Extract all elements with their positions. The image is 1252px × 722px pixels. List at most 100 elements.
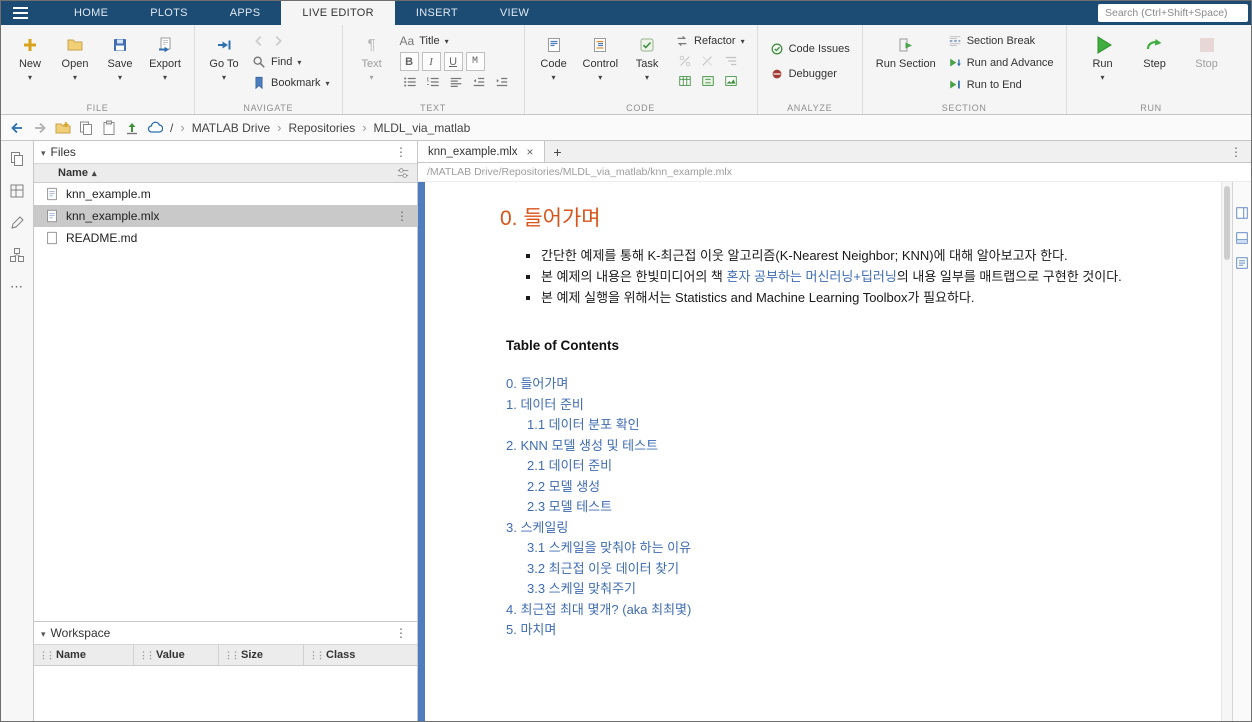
close-tab-icon[interactable] bbox=[526, 146, 533, 158]
goto-button[interactable]: Go To bbox=[204, 29, 244, 101]
toc-link[interactable]: 3.3 스케일 맞춰주기 bbox=[527, 579, 1201, 600]
decrease-indent-icon[interactable] bbox=[469, 73, 489, 91]
tab-apps[interactable]: APPS bbox=[209, 1, 282, 25]
book-link[interactable]: 혼자 공부하는 머신러닝+딥러닝 bbox=[727, 269, 897, 284]
files-column-header[interactable]: Name bbox=[34, 163, 417, 183]
breadcrumb-root[interactable]: / bbox=[170, 121, 173, 135]
toc-link[interactable]: 3.2 최근접 이웃 데이터 찾기 bbox=[527, 559, 1201, 580]
toc-link[interactable]: 3. 스케일링 bbox=[506, 518, 1201, 539]
files-panel-menu-icon[interactable] bbox=[392, 145, 410, 159]
toc-link[interactable]: 2.3 모델 테스트 bbox=[527, 497, 1201, 518]
new-folder-icon[interactable] bbox=[55, 120, 71, 136]
save-button[interactable]: Save bbox=[100, 29, 140, 101]
toc-link[interactable]: 2.1 데이터 준비 bbox=[527, 456, 1201, 477]
tab-view[interactable]: VIEW bbox=[479, 1, 550, 25]
pen-panel-icon[interactable] bbox=[9, 215, 25, 231]
bulleted-list-icon[interactable] bbox=[400, 73, 420, 91]
toc-link[interactable]: 2. KNN 모델 생성 및 테스트 bbox=[506, 436, 1201, 457]
name-column-header[interactable]: Name bbox=[58, 167, 97, 179]
title-style-dropdown[interactable]: Aa Title bbox=[397, 31, 515, 50]
editor-tab-knn-example[interactable]: knn_example.mlx bbox=[418, 141, 545, 162]
workspace-col-value[interactable]: Value bbox=[134, 645, 219, 665]
hamburger-menu-icon[interactable] bbox=[1, 1, 39, 25]
breadcrumb-current-folder[interactable]: MLDL_via_matlab bbox=[374, 121, 471, 135]
task-button[interactable]: Task bbox=[627, 29, 667, 101]
toc-link[interactable]: 2.2 모델 생성 bbox=[527, 477, 1201, 498]
export-button[interactable]: Export bbox=[145, 29, 185, 101]
run-and-advance-button[interactable]: Run and Advance bbox=[945, 53, 1057, 72]
markdown-file-icon bbox=[45, 231, 59, 245]
numbered-list-icon[interactable] bbox=[423, 73, 443, 91]
column-grip-icon bbox=[39, 650, 53, 661]
align-left-icon[interactable] bbox=[446, 73, 466, 91]
workspace-panel-menu-icon[interactable] bbox=[392, 626, 410, 640]
documents-panel-icon[interactable] bbox=[9, 151, 25, 167]
upload-icon[interactable] bbox=[124, 120, 140, 136]
find-button[interactable]: Find bbox=[249, 52, 333, 71]
toc-link[interactable]: 1.1 데이터 분포 확인 bbox=[527, 415, 1201, 436]
run-section-button[interactable]: Run Section bbox=[872, 29, 940, 101]
code-button[interactable]: Code bbox=[534, 29, 574, 101]
editor-tab-menu-icon[interactable] bbox=[1221, 141, 1251, 162]
code-issues-button[interactable]: Code Issues bbox=[767, 39, 853, 58]
analyze-section-label: ANALYZE bbox=[787, 103, 833, 113]
cloud-icon[interactable] bbox=[147, 120, 163, 136]
toc-link[interactable]: 0. 들어가며 bbox=[506, 374, 1201, 395]
back-arrow-icon[interactable] bbox=[9, 120, 25, 136]
insert-table-icon[interactable] bbox=[675, 72, 695, 90]
collapse-workspace-icon[interactable] bbox=[41, 626, 46, 640]
breadcrumb-matlab-drive[interactable]: MATLAB Drive bbox=[192, 121, 270, 135]
run-button[interactable]: Run bbox=[1083, 29, 1123, 101]
toc-link[interactable]: 5. 마치며 bbox=[506, 620, 1201, 641]
section-break-button[interactable]: Section Break bbox=[945, 31, 1057, 50]
tab-home[interactable]: HOME bbox=[53, 1, 129, 25]
breadcrumb-repositories[interactable]: Repositories bbox=[289, 121, 356, 135]
file-row-knn-example-mlx[interactable]: knn_example.mlx bbox=[34, 205, 417, 227]
grid-panel-icon[interactable] bbox=[9, 183, 25, 199]
column-settings-icon[interactable] bbox=[396, 166, 410, 180]
step-button[interactable]: Step bbox=[1135, 29, 1175, 101]
open-button[interactable]: Open bbox=[55, 29, 95, 101]
run-to-end-button[interactable]: Run to End bbox=[945, 75, 1057, 94]
workspace-col-size[interactable]: Size bbox=[219, 645, 304, 665]
toc-link[interactable]: 4. 최근접 최대 몇개? (aka 최최몇) bbox=[506, 600, 1201, 621]
blocks-panel-icon[interactable] bbox=[9, 247, 25, 263]
panel-layout-right-icon[interactable] bbox=[1235, 206, 1249, 220]
more-panels-icon[interactable]: ⋯ bbox=[10, 279, 24, 295]
refactor-button[interactable]: Refactor bbox=[672, 31, 748, 50]
file-row-readme-md[interactable]: README.md bbox=[34, 227, 417, 249]
section-break-icon bbox=[948, 34, 962, 48]
insert-image-icon[interactable] bbox=[721, 72, 741, 90]
refactor-icon bbox=[675, 34, 689, 48]
new-tab-icon[interactable] bbox=[545, 141, 571, 162]
new-button[interactable]: New bbox=[10, 29, 50, 101]
tab-insert[interactable]: INSERT bbox=[395, 1, 479, 25]
insert-equation-icon[interactable] bbox=[698, 72, 718, 90]
italic-button[interactable]: I bbox=[421, 52, 441, 71]
file-row-knn-example-m[interactable]: knn_example.m bbox=[34, 183, 417, 205]
forward-arrow-icon[interactable] bbox=[32, 120, 48, 136]
debugger-button[interactable]: Debugger bbox=[767, 64, 853, 83]
increase-indent-icon[interactable] bbox=[492, 73, 512, 91]
navigate-history-arrows bbox=[249, 31, 333, 50]
panel-outline-icon[interactable] bbox=[1235, 256, 1249, 270]
collapse-files-icon[interactable] bbox=[41, 145, 46, 159]
toc-link[interactable]: 1. 데이터 준비 bbox=[506, 395, 1201, 416]
underline-button[interactable]: U bbox=[443, 52, 463, 71]
workspace-col-class[interactable]: Class bbox=[304, 645, 417, 665]
toc-link[interactable]: 3.1 스케일을 맞춰야 하는 이유 bbox=[527, 538, 1201, 559]
copy-icon[interactable] bbox=[78, 120, 94, 136]
workspace-col-name[interactable]: Name bbox=[34, 645, 134, 665]
scrollbar-thumb[interactable] bbox=[1224, 186, 1230, 260]
bold-button[interactable]: B bbox=[399, 52, 419, 71]
paste-icon[interactable] bbox=[101, 120, 117, 136]
control-button[interactable]: Control bbox=[579, 29, 622, 101]
tab-live-editor[interactable]: LIVE EDITOR bbox=[281, 1, 395, 25]
tab-plots[interactable]: PLOTS bbox=[129, 1, 209, 25]
file-row-menu-icon[interactable] bbox=[393, 209, 411, 223]
panel-layout-bottom-icon[interactable] bbox=[1235, 231, 1249, 245]
debugger-icon bbox=[770, 67, 784, 81]
monospace-button[interactable]: M bbox=[465, 52, 485, 71]
bookmark-button[interactable]: Bookmark bbox=[249, 73, 333, 92]
search-input[interactable] bbox=[1098, 4, 1248, 22]
